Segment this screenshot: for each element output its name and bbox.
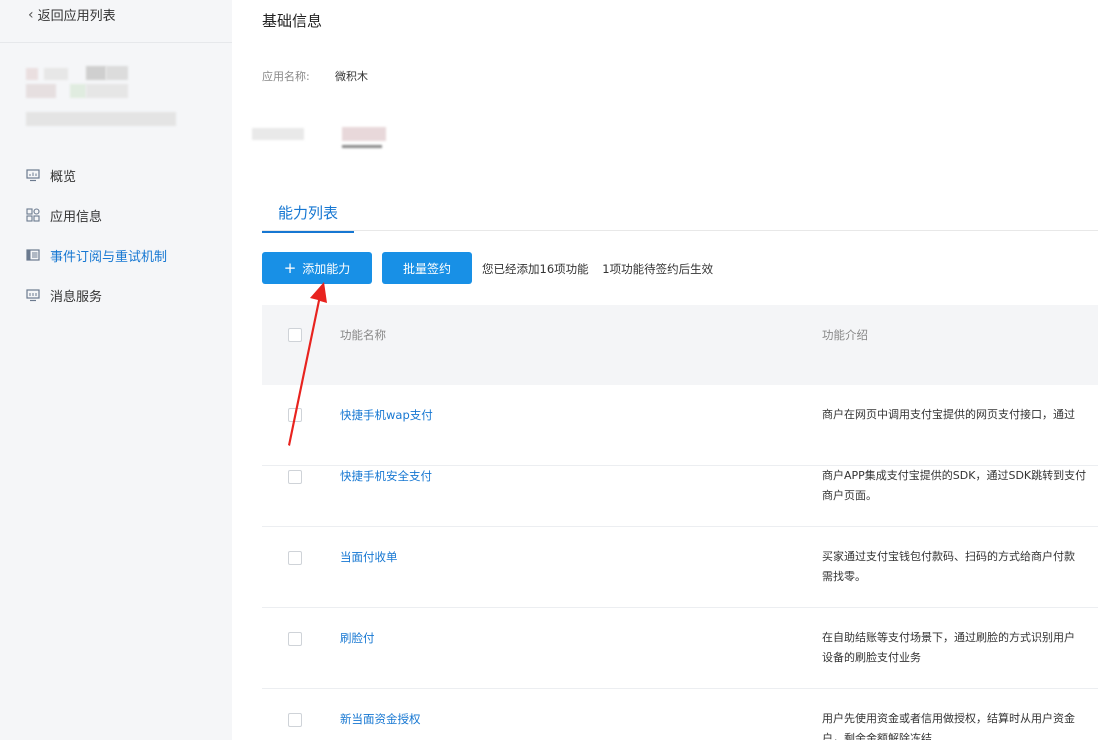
sidebar-item-app-info[interactable]: 应用信息 xyxy=(0,195,232,235)
tabs-underline xyxy=(262,230,1098,231)
capability-desc: 商户在网页中调用支付宝提供的网页支付接口，通过 xyxy=(822,405,1098,425)
desc-line: 商户APP集成支付宝提供的SDK，通过SDK跳转到支付 xyxy=(822,469,1087,482)
main-content: 基础信息 应用名称: 微积木 能力列表 + 添加能力 批量签约 您已经添加16项… xyxy=(252,0,1098,740)
sidebar-item-label: 消息服务 xyxy=(50,289,103,305)
row-checkbox[interactable] xyxy=(288,713,302,727)
row-checkbox[interactable] xyxy=(288,408,302,422)
add-capability-button[interactable]: + 添加能力 xyxy=(262,252,372,284)
message-monitor-icon xyxy=(26,288,40,302)
desc-line: 买家通过支付宝钱包付款码、扫码的方式给商户付款 xyxy=(822,550,1075,563)
table-header: 功能名称 功能介绍 xyxy=(262,305,1098,385)
sidebar: ‹ 返回应用列表 概览 应用信息 事件订阅与重试机制 消息服务 xyxy=(0,0,232,740)
table-row: 快捷手机安全支付 商户APP集成支付宝提供的SDK，通过SDK跳转到支付 商户页… xyxy=(262,446,1098,527)
sidebar-nav: 概览 应用信息 事件订阅与重试机制 消息服务 xyxy=(0,155,232,315)
app-name-value: 微积木 xyxy=(335,70,368,83)
table-row: 当面付收单 买家通过支付宝钱包付款码、扫码的方式给商户付款 需找零。 xyxy=(262,527,1098,608)
capability-desc: 用户先使用资金或者信用做授权，结算时从用户资金 户，剩余金额解除冻结 xyxy=(822,709,1098,740)
batch-sign-button[interactable]: 批量签约 xyxy=(382,252,472,284)
capability-desc: 在自助结账等支付场景下，通过刷脸的方式识别用户 设备的刷脸支付业务 xyxy=(822,628,1098,668)
sidebar-item-label: 概览 xyxy=(50,169,77,185)
capability-name-link[interactable]: 刷脸付 xyxy=(340,630,375,646)
sidebar-item-message-service[interactable]: 消息服务 xyxy=(0,275,232,315)
capability-desc: 买家通过支付宝钱包付款码、扫码的方式给商户付款 需找零。 xyxy=(822,547,1098,587)
row-checkbox[interactable] xyxy=(288,632,302,646)
sidebar-item-overview[interactable]: 概览 xyxy=(0,155,232,195)
table-row: 刷脸付 在自助结账等支付场景下，通过刷脸的方式识别用户 设备的刷脸支付业务 xyxy=(262,608,1098,689)
desc-line: 户，剩余金额解除冻结 xyxy=(822,732,932,740)
chevron-left-icon: ‹ xyxy=(28,6,34,23)
add-capability-label: 添加能力 xyxy=(302,261,351,276)
monitor-chart-icon xyxy=(26,168,40,182)
column-header-desc: 功能介绍 xyxy=(822,328,868,342)
capability-name-link[interactable]: 快捷手机wap支付 xyxy=(340,407,433,423)
app-name-label: 应用名称: xyxy=(262,70,310,83)
tab-capability-list[interactable]: 能力列表 xyxy=(262,202,354,233)
sidebar-item-label: 事件订阅与重试机制 xyxy=(50,249,168,265)
table-row: 新当面资金授权 用户先使用资金或者信用做授权，结算时从用户资金 户，剩余金额解除… xyxy=(262,689,1098,740)
row-checkbox[interactable] xyxy=(288,470,302,484)
capability-name-link[interactable]: 新当面资金授权 xyxy=(340,711,421,727)
sidebar-divider xyxy=(0,42,232,43)
column-header-name: 功能名称 xyxy=(340,328,386,342)
desc-line: 商户在网页中调用支付宝提供的网页支付接口，通过 xyxy=(822,408,1075,421)
row-checkbox[interactable] xyxy=(288,551,302,565)
capability-desc: 商户APP集成支付宝提供的SDK，通过SDK跳转到支付 商户页面。 xyxy=(822,466,1098,506)
capability-name-link[interactable]: 当面付收单 xyxy=(340,549,398,565)
list-card-icon xyxy=(26,248,40,262)
sidebar-item-label: 应用信息 xyxy=(50,209,103,225)
desc-line: 商户页面。 xyxy=(822,489,877,502)
plus-icon: + xyxy=(283,258,297,277)
desc-line: 在自助结账等支付场景下，通过刷脸的方式识别用户 xyxy=(822,631,1075,644)
page-title: 基础信息 xyxy=(262,12,323,30)
sidebar-item-event-subscription[interactable]: 事件订阅与重试机制 xyxy=(0,235,232,275)
capability-name-link[interactable]: 快捷手机安全支付 xyxy=(340,468,432,484)
desc-line: 用户先使用资金或者信用做授权，结算时从用户资金 xyxy=(822,712,1075,725)
select-all-checkbox[interactable] xyxy=(288,328,302,342)
back-to-app-list-link[interactable]: ‹ 返回应用列表 xyxy=(28,5,116,25)
back-link-label: 返回应用列表 xyxy=(37,9,116,24)
summary-pending: 1项功能待签约后生效 xyxy=(602,262,714,276)
grid-apps-icon xyxy=(26,208,40,222)
summary-added: 您已经添加16项功能 xyxy=(482,262,589,276)
capability-summary: 您已经添加16项功能 1项功能待签约后生效 xyxy=(482,261,713,277)
desc-line: 需找零。 xyxy=(822,570,866,583)
desc-line: 设备的刷脸支付业务 xyxy=(822,651,921,664)
